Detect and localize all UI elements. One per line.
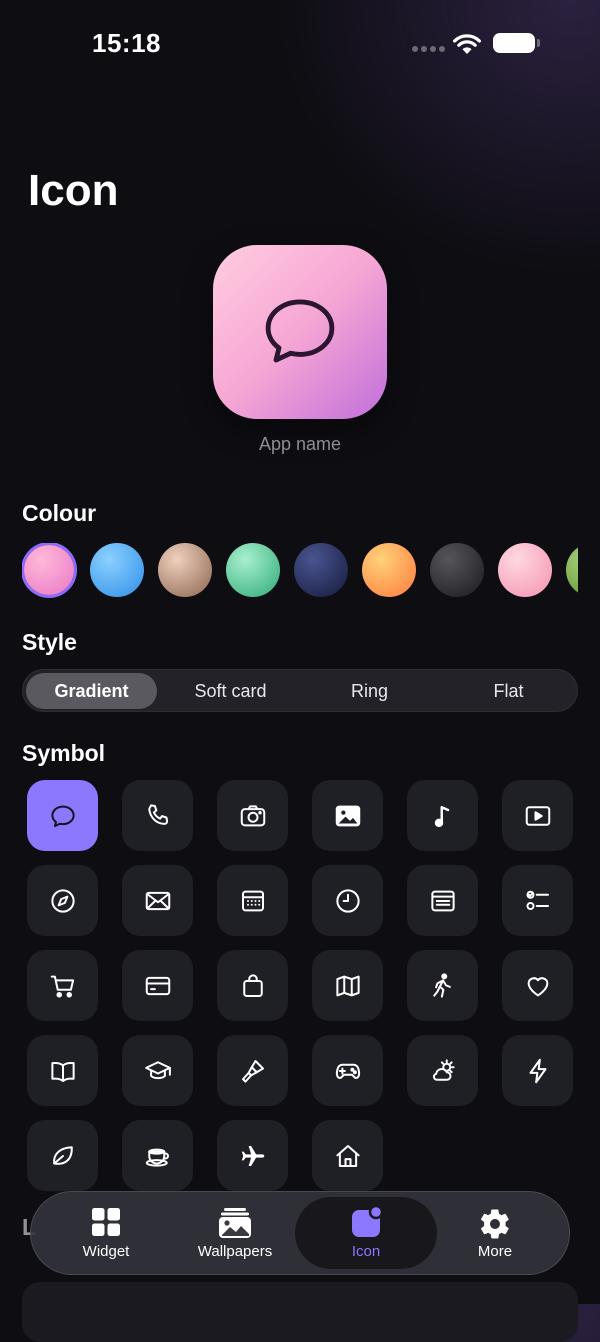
wifi-icon xyxy=(453,34,481,54)
gamepad-icon xyxy=(335,1063,360,1079)
symbol-option-map[interactable] xyxy=(312,950,383,1021)
walking-icon xyxy=(432,972,451,998)
coffee-cup-icon xyxy=(145,1148,169,1167)
compass-icon xyxy=(50,888,75,913)
symbol-option-walking[interactable] xyxy=(407,950,478,1021)
colour-swatch-peach[interactable] xyxy=(362,543,416,597)
style-option-flat[interactable]: Flat xyxy=(443,673,574,709)
style-segmented-control: Gradient Soft card Ring Flat xyxy=(22,669,578,712)
graduation-cap-icon xyxy=(144,1060,171,1079)
status-bar: 15:18 xyxy=(0,0,600,88)
tab-more-label: More xyxy=(477,1243,513,1260)
phone-icon xyxy=(147,803,168,825)
colour-swatch-graphite[interactable] xyxy=(430,543,484,597)
cart-icon xyxy=(50,975,74,998)
symbol-option-coffee-cup[interactable] xyxy=(122,1120,193,1191)
camera-icon xyxy=(240,804,265,826)
colour-swatch-olive[interactable] xyxy=(566,543,578,597)
chat-bubble-icon xyxy=(265,299,335,363)
photo-icon xyxy=(335,805,360,826)
checklist-icon xyxy=(525,890,549,910)
paintbrush-icon xyxy=(241,1059,264,1083)
tab-widget-label: Widget xyxy=(82,1243,130,1260)
colour-swatch-mint[interactable] xyxy=(226,543,280,597)
tab-icon-label: Icon xyxy=(351,1243,381,1260)
battery-icon xyxy=(493,33,540,53)
tab-icon[interactable]: Icon xyxy=(295,1192,437,1274)
symbol-option-cart[interactable] xyxy=(27,950,98,1021)
symbol-option-play-video[interactable] xyxy=(502,780,573,851)
wallpapers-icon xyxy=(219,1208,251,1238)
mail-icon xyxy=(145,891,170,910)
symbol-option-credit-card[interactable] xyxy=(122,950,193,1021)
tab-wallpapers[interactable]: Wallpapers xyxy=(170,1192,300,1274)
app-icon-icon xyxy=(352,1207,383,1237)
symbol-option-phone[interactable] xyxy=(122,780,193,851)
symbol-option-compass[interactable] xyxy=(27,865,98,936)
symbol-option-camera[interactable] xyxy=(217,780,288,851)
style-option-gradient[interactable]: Gradient xyxy=(26,673,157,709)
symbol-option-shopping-bag[interactable] xyxy=(217,950,288,1021)
icon-preview xyxy=(213,245,387,419)
heart-icon xyxy=(527,976,548,996)
symbol-option-bolt[interactable] xyxy=(502,1035,573,1106)
symbol-option-heart[interactable] xyxy=(502,950,573,1021)
status-time: 15:18 xyxy=(92,28,161,58)
gear-icon xyxy=(481,1209,509,1239)
colour-swatch-pink[interactable] xyxy=(24,545,74,595)
cloud-sun-icon xyxy=(432,1058,455,1081)
chat-bubble-icon xyxy=(50,805,75,827)
tab-widget[interactable]: Widget xyxy=(41,1192,171,1274)
colour-swatch-row xyxy=(22,543,578,599)
book-icon xyxy=(50,1061,75,1082)
symbol-option-gamepad[interactable] xyxy=(312,1035,383,1106)
calendar-icon xyxy=(241,890,264,911)
symbol-option-calendar[interactable] xyxy=(217,865,288,936)
credit-card-icon xyxy=(145,976,170,995)
music-note-icon xyxy=(434,805,449,827)
tab-bar: Widget Wallpapers Icon More xyxy=(30,1191,570,1275)
style-option-ring[interactable]: Ring xyxy=(304,673,435,709)
colour-swatch-navy[interactable] xyxy=(294,543,348,597)
news-icon xyxy=(430,890,455,911)
symbol-option-cloud-sun[interactable] xyxy=(407,1035,478,1106)
map-icon xyxy=(335,975,360,996)
style-option-soft-card[interactable]: Soft card xyxy=(165,673,296,709)
symbol-option-music-note[interactable] xyxy=(407,780,478,851)
app-name-label: App name xyxy=(258,434,342,454)
symbol-option-paintbrush[interactable] xyxy=(217,1035,288,1106)
symbol-option-book[interactable] xyxy=(27,1035,98,1106)
airplane-icon xyxy=(241,1145,264,1166)
label-input-card[interactable] xyxy=(22,1282,578,1342)
symbol-option-home[interactable] xyxy=(312,1120,383,1191)
tab-more[interactable]: More xyxy=(430,1192,560,1274)
play-video-icon xyxy=(525,805,550,826)
widget-grid-icon xyxy=(92,1208,120,1236)
home-icon xyxy=(335,1144,360,1167)
symbol-option-chat-bubble[interactable] xyxy=(27,780,98,851)
clock-icon xyxy=(335,888,360,913)
symbol-option-airplane[interactable] xyxy=(217,1120,288,1191)
symbol-option-checklist[interactable] xyxy=(502,865,573,936)
symbol-option-leaf[interactable] xyxy=(27,1120,98,1191)
cellular-signal-icon xyxy=(412,46,445,52)
colour-section-title: Colour xyxy=(22,500,97,526)
colour-swatch-sky[interactable] xyxy=(90,543,144,597)
bolt-icon xyxy=(529,1058,546,1083)
symbol-option-graduation-cap[interactable] xyxy=(122,1035,193,1106)
symbol-option-news[interactable] xyxy=(407,865,478,936)
symbol-section-title: Symbol xyxy=(22,740,106,766)
style-section-title: Style xyxy=(22,629,77,655)
symbol-option-mail[interactable] xyxy=(122,865,193,936)
page-title: Icon xyxy=(28,166,119,215)
symbol-option-clock[interactable] xyxy=(312,865,383,936)
leaf-icon xyxy=(52,1145,73,1165)
symbol-option-photo[interactable] xyxy=(312,780,383,851)
colour-swatch-sand[interactable] xyxy=(158,543,212,597)
shopping-bag-icon xyxy=(242,973,263,997)
tab-wallpapers-label: Wallpapers xyxy=(197,1243,273,1260)
colour-swatch-blush[interactable] xyxy=(498,543,552,597)
